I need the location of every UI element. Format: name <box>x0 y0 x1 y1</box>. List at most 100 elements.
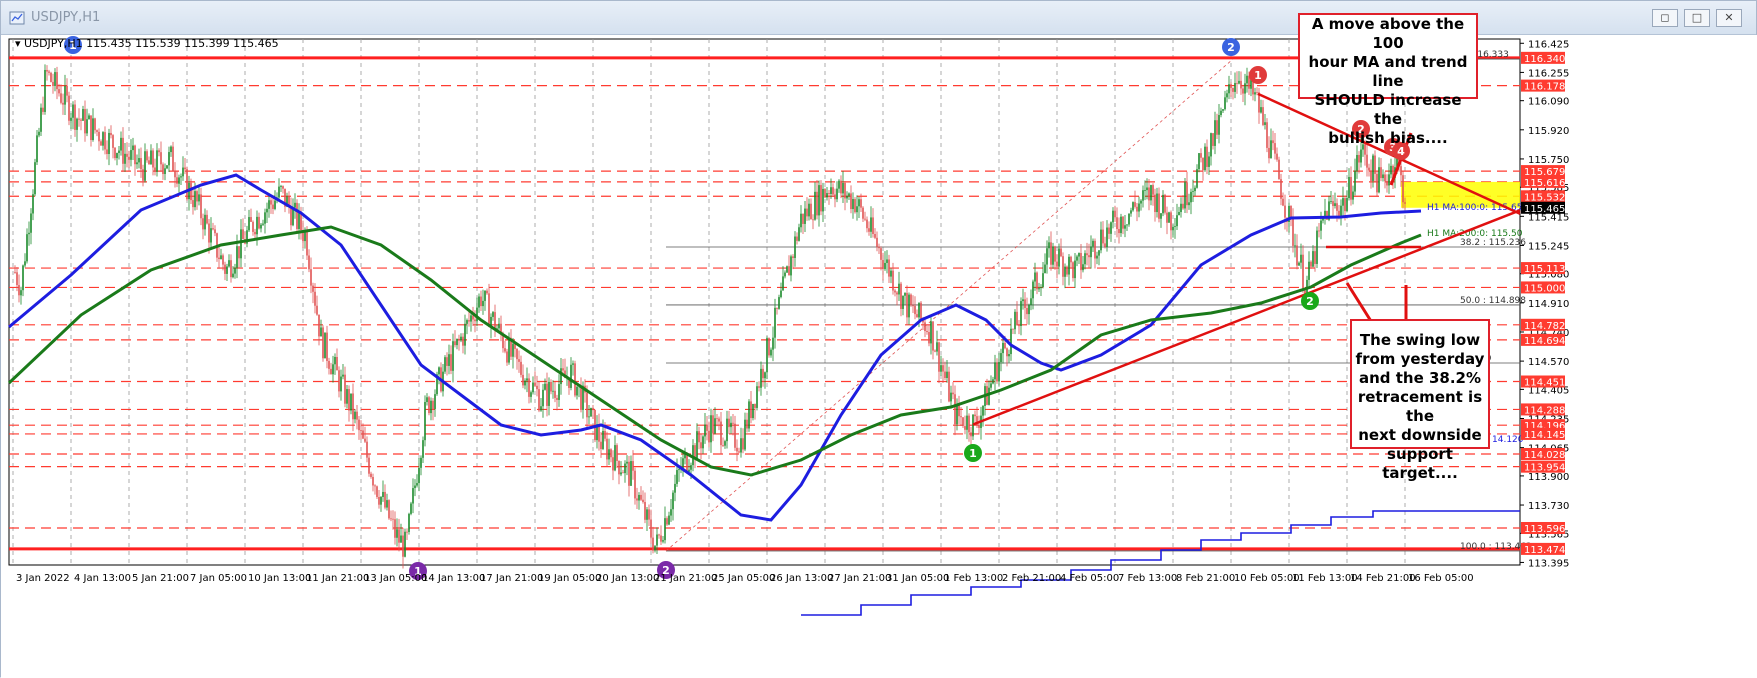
candle-body <box>356 411 358 420</box>
candle-body <box>1382 174 1384 179</box>
candle-body <box>1152 185 1154 195</box>
candle-body <box>1082 264 1084 271</box>
candle-body <box>256 216 258 235</box>
candle-body <box>1284 205 1286 218</box>
candle-body <box>686 453 688 472</box>
price-tick-label: 113.730 <box>1528 501 1569 512</box>
time-label: 27 Jan 21:00 <box>828 573 891 584</box>
candle-body <box>968 415 970 433</box>
candle-body <box>1086 253 1088 256</box>
candle-body <box>894 290 896 293</box>
candle-body <box>548 381 550 406</box>
candle-body <box>90 115 92 141</box>
candle-body <box>1266 122 1268 148</box>
candle-body <box>224 264 226 274</box>
candle-body <box>148 160 150 165</box>
candle-body <box>628 461 630 486</box>
candle-body <box>1276 153 1278 160</box>
candle-body <box>1236 83 1238 84</box>
window-titlebar[interactable]: USDJPY,H1 ◻ □ ✕ <box>1 1 1756 35</box>
candle-body <box>636 498 638 501</box>
candle-body <box>484 290 486 301</box>
candle-body <box>1202 157 1204 171</box>
candle-body <box>98 131 100 142</box>
candle-body <box>936 342 938 352</box>
candle-body <box>758 386 760 388</box>
candle-body <box>180 176 182 178</box>
candle-body <box>940 365 942 372</box>
candle-body <box>524 380 526 386</box>
candle-body <box>816 191 818 216</box>
close-button[interactable]: ✕ <box>1716 9 1742 27</box>
candle-body <box>1018 325 1020 327</box>
candle-body <box>406 531 408 533</box>
candle-body <box>874 234 876 238</box>
candle-body <box>1234 83 1236 92</box>
maximize-button[interactable]: □ <box>1684 9 1710 27</box>
candle-body <box>134 145 136 165</box>
candle-body <box>1046 248 1048 265</box>
candle-body <box>1278 159 1280 180</box>
candle-body <box>1262 107 1264 125</box>
candle-body <box>100 141 102 146</box>
candle-body <box>1254 92 1256 95</box>
candle-body <box>1296 245 1298 266</box>
candle-body <box>812 219 814 221</box>
candle-body <box>196 191 198 202</box>
candle-body <box>424 402 426 441</box>
time-label: 14 Feb 21:00 <box>1350 573 1416 584</box>
candle-body <box>806 208 808 217</box>
candle-body <box>106 149 108 155</box>
candle-body <box>392 518 394 520</box>
candle-body <box>334 356 336 365</box>
ma200-label: H1 MA:200:0: 115.50 <box>1427 229 1523 239</box>
candle-body <box>360 430 362 431</box>
candle-body <box>542 389 544 407</box>
candle-body <box>900 283 902 309</box>
candle-body <box>486 290 488 294</box>
candle-body <box>120 137 122 151</box>
price-tag-label: 115.616 <box>1524 178 1565 189</box>
candle-body <box>142 169 144 181</box>
candle-body <box>792 256 794 258</box>
candle-body <box>446 357 448 366</box>
candle-body <box>1102 229 1104 244</box>
candle-body <box>364 438 366 442</box>
price-tag-label: 115.465 <box>1524 204 1565 215</box>
candle-body <box>926 331 928 333</box>
candle-body <box>814 191 816 220</box>
price-tag-label: 115.532 <box>1524 192 1565 203</box>
candle-body <box>848 193 850 196</box>
candle-body <box>338 370 340 392</box>
price-tag-label: 114.694 <box>1524 336 1565 347</box>
price-chart[interactable]: 0: 116.33338.2 : 115.23650.0 : 114.89814… <box>1 35 1757 678</box>
candle-body <box>24 261 26 266</box>
candle-body <box>200 194 202 219</box>
candle-body <box>632 461 634 471</box>
candle-body <box>506 351 508 363</box>
candle-body <box>426 397 428 403</box>
candle-body <box>168 152 170 166</box>
candle-body <box>716 418 718 420</box>
candle-body <box>746 419 748 429</box>
candle-body <box>774 307 776 338</box>
candle-body <box>1246 75 1248 84</box>
minimize-button[interactable]: ◻ <box>1652 9 1678 27</box>
candle-body <box>52 81 54 86</box>
candle-body <box>156 150 158 172</box>
candle-body <box>1180 203 1182 213</box>
candle-body <box>258 216 260 229</box>
candle-body <box>1268 147 1270 159</box>
candle-body <box>72 104 74 118</box>
candle-body <box>84 109 86 134</box>
candle-body <box>860 199 862 208</box>
candle-body <box>92 118 94 141</box>
candle-body <box>744 419 746 450</box>
candle-body <box>1114 210 1116 218</box>
candle-body <box>1330 201 1332 202</box>
candle-body <box>868 228 870 232</box>
candle-body <box>904 292 906 296</box>
candle-body <box>538 389 540 411</box>
candle-body <box>456 338 458 346</box>
candle-body <box>1012 328 1014 330</box>
